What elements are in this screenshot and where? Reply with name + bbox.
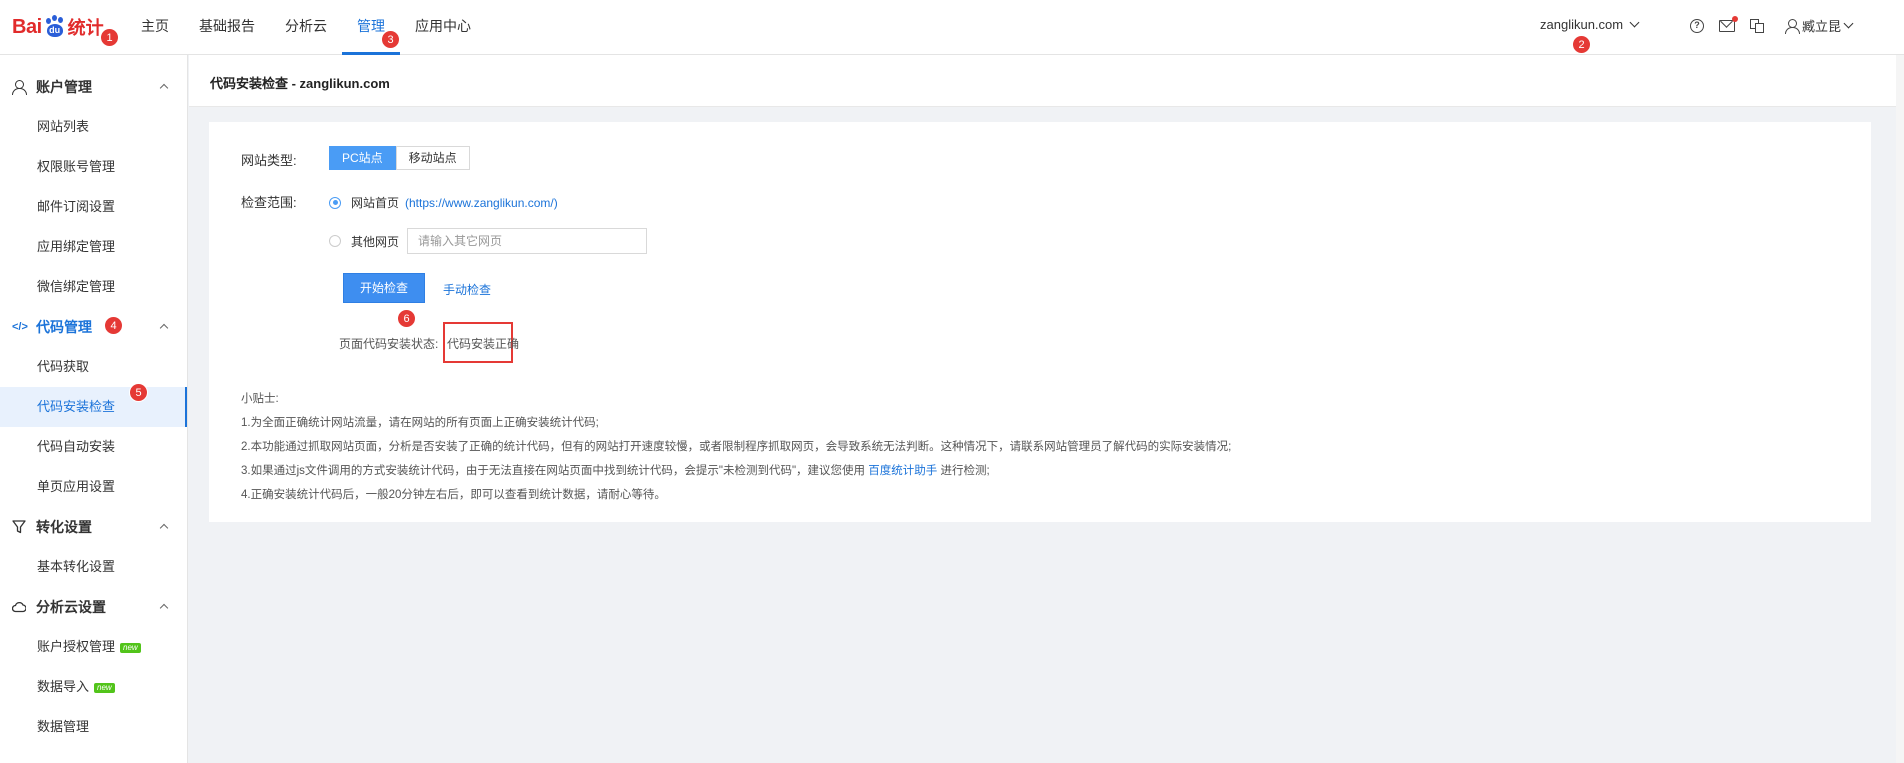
chevron-up-icon: [159, 603, 169, 613]
nav-item-home[interactable]: 主页: [126, 0, 184, 55]
paw-icon: du: [43, 15, 67, 39]
scope-home-radio[interactable]: [329, 196, 341, 209]
chevron-up-icon: [159, 523, 169, 533]
new-badge: new: [94, 682, 115, 693]
scope-label: 检查范围:: [241, 195, 297, 210]
tips-section: 小贴士: 1.为全面正确统计网站流量，请在网站的所有页面上正确安装统计代码; 2…: [241, 387, 1231, 507]
sidebar-group-code[interactable]: </> 代码管理: [0, 307, 187, 347]
code-icon: </>: [12, 321, 28, 333]
tip-2: 2.本功能通过抓取网站页面，分析是否安装了正确的统计代码，但有的网站打开速度较慢…: [241, 441, 1232, 453]
scope-other-radio[interactable]: [329, 235, 341, 247]
help-icon[interactable]: ?: [1690, 18, 1704, 33]
logo-text-du: du: [46, 24, 63, 37]
sidebar-item-label: 代码安装检查: [37, 399, 116, 414]
site-selector[interactable]: zanglikun.com: [1540, 17, 1640, 32]
start-check-button[interactable]: 开始检查: [343, 273, 425, 303]
logo-text-tongji: 统计: [67, 18, 104, 38]
page-title: 代码安装检查 - zanglikun.com: [210, 76, 390, 91]
sidebar-item-code-auto-install[interactable]: 代码自动安装: [0, 427, 187, 467]
annotation-badge-5: 5: [129, 383, 148, 402]
annotation-badge-3: 3: [381, 30, 400, 49]
user-icon: [12, 80, 27, 95]
cloud-icon: [12, 601, 26, 613]
tips-title: 小贴士:: [241, 393, 279, 405]
sidebar-group-label: 账户管理: [36, 79, 92, 95]
tip-1: 1.为全面正确统计网站流量，请在网站的所有页面上正确安装统计代码;: [241, 417, 599, 429]
baidu-tongji-logo[interactable]: Bai du 统计: [12, 10, 104, 44]
site-type-label: 网站类型:: [241, 153, 297, 168]
annotation-badge-6: 6: [397, 309, 416, 328]
sidebar-item-code-install-check[interactable]: 代码安装检查: [0, 387, 187, 427]
tip-3: 3.如果通过js文件调用的方式安装统计代码，由于无法直接在网站页面中找到统计代码…: [241, 459, 1231, 483]
sidebar-item-code-get[interactable]: 代码获取: [0, 347, 187, 387]
notification-dot: [1732, 15, 1738, 22]
copy-icon[interactable]: [1750, 18, 1764, 33]
site-type-pc-button[interactable]: PC站点: [329, 146, 396, 170]
site-type-toggle: PC站点 移动站点: [329, 146, 470, 170]
annotation-badge-4: 4: [104, 316, 123, 335]
page-header: 代码安装检查 - zanglikun.com: [189, 55, 1904, 107]
mail-icon[interactable]: [1719, 15, 1738, 32]
logo-text-bai: Bai: [12, 15, 42, 38]
sidebar-item-basic-conversion[interactable]: 基本转化设置: [0, 547, 187, 587]
user-menu[interactable]: 臧立昆: [1785, 16, 1854, 35]
top-bar: Bai du 统计 1 主页 基础报告 分析云 管理 应用中心 3 zangli…: [0, 0, 1904, 55]
baidu-tongji-helper-link[interactable]: 百度统计助手: [868, 465, 937, 477]
install-check-card: 网站类型: PC站点 移动站点 检查范围: 网站首页 (https://www.…: [209, 122, 1871, 522]
tip-3-text: 3.如果通过js文件调用的方式安装统计代码，由于无法直接在网站页面中找到统计代码…: [241, 465, 866, 477]
annotation-badge-1: 1: [100, 28, 119, 47]
sidebar-item-permission-accounts[interactable]: 权限账号管理: [0, 147, 187, 187]
nav-item-basic-report[interactable]: 基础报告: [184, 0, 270, 55]
sidebar-item-app-binding[interactable]: 应用绑定管理: [0, 227, 187, 267]
top-icons: ? 臧立昆: [1690, 15, 1854, 35]
sidebar-group-analytics-cloud[interactable]: 分析云设置: [0, 587, 187, 627]
install-status-label: 页面代码安装状态:: [339, 337, 439, 351]
chevron-up-icon: [159, 83, 169, 93]
new-badge: new: [120, 642, 141, 653]
site-type-mobile-button[interactable]: 移动站点: [395, 146, 470, 170]
tip-3-suffix: 进行检测;: [940, 465, 990, 477]
tip-4: 4.正确安装统计代码后，一般20分钟左右后，即可以查看到统计数据，请耐心等待。: [241, 489, 666, 501]
filter-icon: [12, 520, 26, 534]
scope-other-label: 其他网页: [351, 234, 400, 249]
install-status-value: 代码安装正确: [447, 337, 520, 351]
manual-check-link[interactable]: 手动检查: [443, 281, 491, 298]
sidebar-item-label: 账户授权管理: [37, 639, 116, 654]
scope-other-option[interactable]: 其他网页: [329, 228, 648, 254]
annotation-badge-2: 2: [1572, 35, 1591, 54]
sidebar-group-label: 转化设置: [36, 519, 92, 535]
top-nav: 主页 基础报告 分析云 管理 应用中心: [126, 0, 486, 55]
chevron-down-icon: [1843, 18, 1854, 29]
sidebar-item-label: 数据导入: [37, 679, 90, 694]
user-name: 臧立昆: [1802, 19, 1842, 34]
scope-home-label: 网站首页: [351, 196, 400, 210]
sidebar-item-wechat-binding[interactable]: 微信绑定管理: [0, 267, 187, 307]
sidebar-group-conversion[interactable]: 转化设置: [0, 507, 187, 547]
user-icon: [1785, 18, 1800, 34]
sidebar-item-data-management[interactable]: 数据管理: [0, 707, 187, 747]
sidebar-item-account-authorization[interactable]: 账户授权管理 new: [0, 627, 187, 667]
scope-home-option[interactable]: 网站首页 (https://www.zanglikun.com/): [329, 194, 558, 211]
other-page-input[interactable]: [407, 228, 648, 254]
vertical-scrollbar[interactable]: [1896, 55, 1904, 763]
sidebar-item-site-list[interactable]: 网站列表: [0, 107, 187, 147]
scope-home-url[interactable]: (https://www.zanglikun.com/): [405, 196, 558, 210]
nav-item-analytics-cloud[interactable]: 分析云: [270, 0, 342, 55]
site-selector-value: zanglikun.com: [1540, 17, 1624, 32]
sidebar-item-data-import[interactable]: 数据导入 new: [0, 667, 187, 707]
nav-item-app-center[interactable]: 应用中心: [400, 0, 486, 55]
sidebar: 账户管理 网站列表 权限账号管理 邮件订阅设置 应用绑定管理 微信绑定管理 </…: [0, 55, 188, 763]
sidebar-group-account[interactable]: 账户管理: [0, 67, 187, 107]
sidebar-group-label: 代码管理: [36, 319, 92, 335]
chevron-up-icon: [159, 323, 169, 333]
sidebar-group-label: 分析云设置: [36, 599, 106, 615]
sidebar-item-email-subscription[interactable]: 邮件订阅设置: [0, 187, 187, 227]
sidebar-item-spa-settings[interactable]: 单页应用设置: [0, 467, 187, 507]
chevron-down-icon: [1629, 17, 1640, 28]
